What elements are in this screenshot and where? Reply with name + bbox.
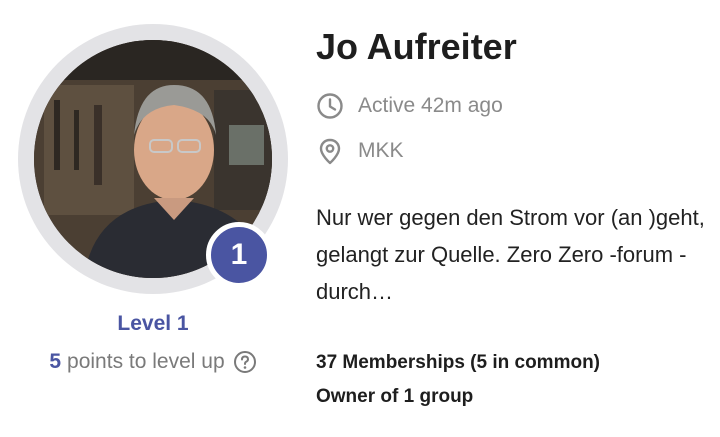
level-label[interactable]: Level 1 [0, 312, 306, 336]
active-status: Active 42m ago [316, 92, 503, 120]
clock-icon [317, 93, 343, 119]
level-badge: 1 [206, 222, 272, 288]
profile-name: Jo Aufreiter [316, 26, 517, 67]
active-text: Active 42m ago [358, 94, 503, 117]
memberships-count[interactable]: 37 Memberships (5 in common) [316, 346, 600, 380]
question-circle-icon[interactable] [233, 350, 257, 374]
location-row: MKK [316, 137, 404, 165]
profile-stats: 37 Memberships (5 in common) Owner of 1 … [316, 346, 600, 414]
location-text: MKK [358, 139, 404, 162]
points-to-level-up: 5 points to level up [0, 350, 306, 374]
map-pin-icon [319, 138, 341, 165]
points-text: points to level up [67, 350, 225, 373]
points-count: 5 [49, 350, 62, 373]
owned-groups[interactable]: Owner of 1 group [316, 380, 600, 414]
profile-bio: Nur wer gegen den Strom vor (an )geht, g… [316, 205, 705, 304]
